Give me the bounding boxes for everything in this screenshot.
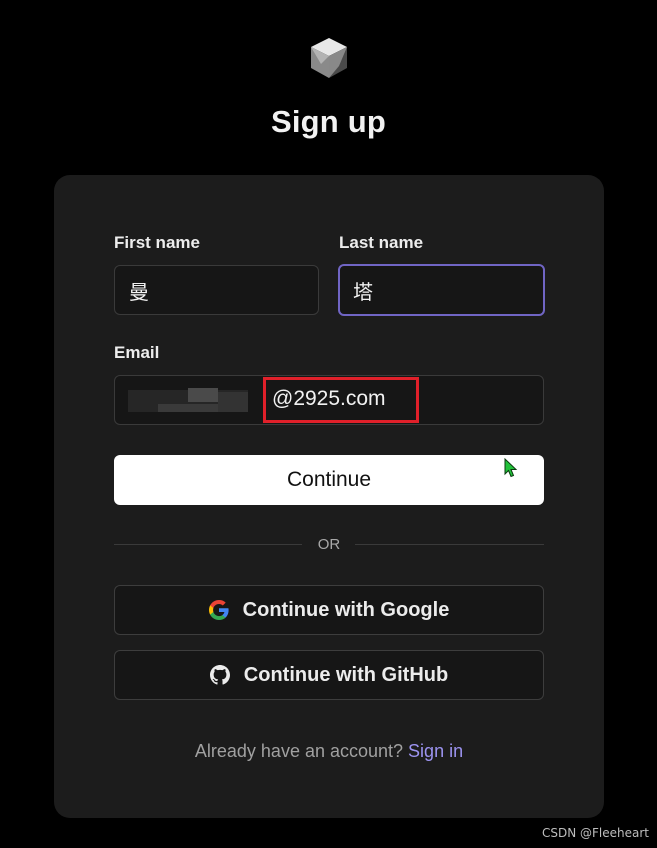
email-redacted-prefix (128, 388, 248, 414)
signin-prompt: Already have an account? Sign in (54, 741, 604, 762)
page-title: Sign up (270, 104, 387, 139)
signup-page: Sign up First name 曼 Last name 塔 Email @… (0, 0, 657, 848)
divider-left (114, 544, 302, 545)
continue-button[interactable]: Continue (114, 455, 544, 505)
first-name-label: First name (114, 233, 200, 252)
signin-prompt-text: Already have an account? (194, 741, 404, 761)
last-name-label: Last name (339, 233, 424, 252)
google-button-label: Continue with Google (242, 598, 450, 621)
annotation-highlight-box (263, 377, 419, 423)
divider-or: OR (317, 536, 341, 553)
signup-card: First name 曼 Last name 塔 Email @2925.com… (54, 175, 604, 818)
last-name-input[interactable]: 塔 (338, 264, 545, 316)
github-icon (209, 665, 230, 685)
google-icon (208, 600, 229, 620)
divider-right (355, 544, 544, 545)
first-name-value: 曼 (129, 281, 149, 304)
github-button-label: Continue with GitHub (243, 663, 449, 686)
email-input[interactable]: @2925.com (114, 375, 544, 425)
signin-link[interactable]: Sign in (408, 741, 463, 761)
last-name-value: 塔 (353, 281, 373, 304)
first-name-input[interactable]: 曼 (114, 265, 319, 315)
mouse-cursor-icon (504, 458, 518, 478)
google-signup-button[interactable]: Continue with Google (114, 585, 544, 635)
cube-logo-icon (311, 38, 347, 78)
email-label: Email (114, 343, 160, 362)
github-signup-button[interactable]: Continue with GitHub (114, 650, 544, 700)
watermark: CSDN @Fleeheart (541, 826, 649, 840)
